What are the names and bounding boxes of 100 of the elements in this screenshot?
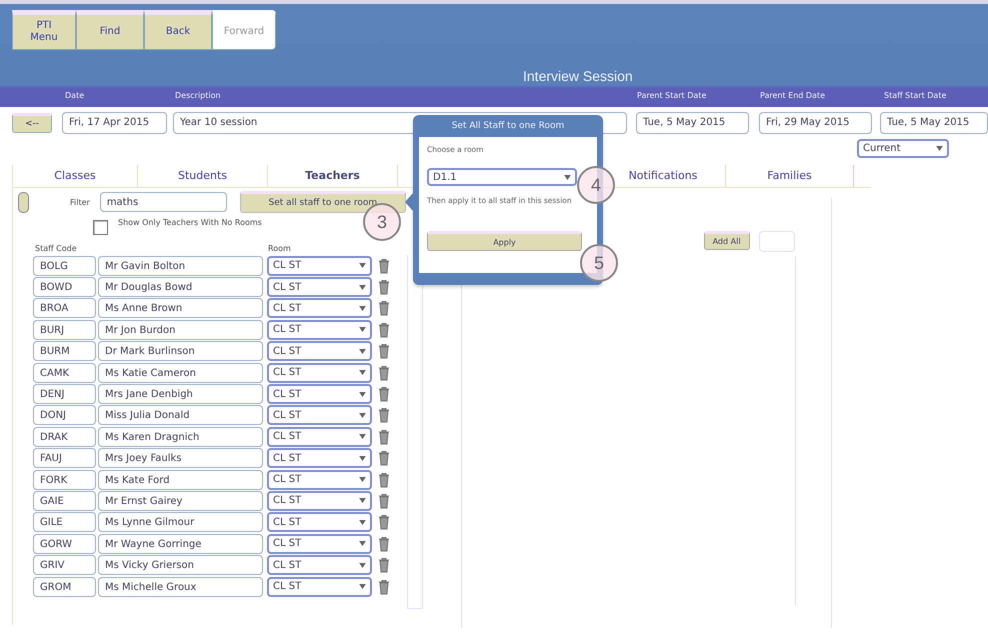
staff-name-field[interactable]: Mrs Joey Faulks bbox=[98, 448, 263, 468]
room-select[interactable]: CL ST bbox=[267, 384, 372, 404]
nav-button[interactable]: Back bbox=[144, 10, 212, 50]
staff-code-field[interactable]: BOLG bbox=[33, 256, 96, 276]
trash-icon[interactable] bbox=[378, 450, 390, 466]
window-title: Interview Session bbox=[523, 68, 633, 84]
trash-icon[interactable] bbox=[378, 514, 390, 530]
trash-icon[interactable] bbox=[378, 279, 390, 296]
staff-code-field[interactable]: DRAK bbox=[33, 426, 96, 447]
room-select[interactable]: CL ST bbox=[267, 277, 372, 298]
staff-code-field[interactable]: CAMK bbox=[33, 362, 96, 383]
staff-code-field[interactable]: BOWD bbox=[33, 277, 96, 298]
dropdown-arrow-icon bbox=[359, 348, 366, 354]
back-button[interactable]: <-- bbox=[12, 113, 52, 133]
trash-icon[interactable] bbox=[378, 364, 390, 381]
room-select[interactable]: CL ST bbox=[267, 320, 372, 340]
staff-code-field[interactable]: GRIV bbox=[33, 555, 96, 576]
trash-icon[interactable] bbox=[378, 322, 390, 338]
drag-handle[interactable] bbox=[18, 192, 29, 212]
input-field[interactable]: Fri, 29 May 2015 bbox=[759, 112, 872, 134]
staff-code-field[interactable]: DENJ bbox=[33, 384, 96, 404]
status-select[interactable]: Current bbox=[857, 139, 949, 158]
dropdown-arrow-icon bbox=[359, 306, 366, 311]
room-select[interactable]: CL ST bbox=[267, 405, 372, 426]
checkbox-label: Show Only Teachers With No Rooms bbox=[118, 218, 262, 227]
staff-code-field[interactable]: DONJ bbox=[33, 405, 96, 426]
staff-code-field[interactable]: BROA bbox=[33, 298, 96, 318]
room-select[interactable]: CL ST bbox=[267, 490, 372, 511]
staff-name-field[interactable]: Miss Julia Donald bbox=[98, 405, 263, 426]
staff-name-field[interactable]: Ms Katie Cameron bbox=[98, 362, 263, 383]
set-all-button[interactable]: Set all staff to one room bbox=[240, 191, 406, 213]
trash-icon[interactable] bbox=[378, 386, 390, 402]
room-select[interactable]: CL ST bbox=[267, 426, 372, 447]
staff-name-field[interactable]: Dr Mark Burlinson bbox=[98, 341, 263, 362]
staff-name-field[interactable]: Mr Wayne Gorringe bbox=[98, 534, 263, 554]
input-field[interactable]: Fri, 17 Apr 2015 bbox=[62, 112, 167, 134]
staff-name-field[interactable]: Ms Karen Dragnich bbox=[98, 426, 263, 447]
staff-code-field[interactable]: GORW bbox=[33, 534, 96, 554]
room-select[interactable]: D1.1 bbox=[427, 168, 577, 186]
staff-name-field[interactable]: Mr Ernst Gairey bbox=[98, 490, 263, 511]
room-select[interactable]: CL ST bbox=[267, 256, 372, 276]
room-select[interactable]: CL ST bbox=[267, 341, 372, 362]
input-field[interactable] bbox=[758, 231, 795, 252]
trash-icon[interactable] bbox=[378, 536, 390, 552]
staff-code-field[interactable]: BURJ bbox=[33, 320, 96, 340]
staff-code-field[interactable]: BURM bbox=[33, 341, 96, 362]
staff-code-field[interactable]: GILE bbox=[33, 512, 96, 532]
nav-button[interactable]: Find bbox=[76, 10, 144, 50]
dropdown-arrow-icon bbox=[936, 146, 943, 151]
room-select[interactable]: CL ST bbox=[267, 534, 372, 554]
staff-name-field[interactable]: Ms Michelle Groux bbox=[98, 576, 263, 597]
tab[interactable]: Classes bbox=[13, 165, 138, 187]
nav-button[interactable]: PTI Menu bbox=[12, 10, 76, 50]
staff-name-field[interactable]: Mr Jon Burdon bbox=[98, 320, 263, 340]
dropdown-arrow-icon bbox=[359, 456, 366, 461]
trash-icon[interactable] bbox=[378, 300, 390, 316]
room-select[interactable]: CL ST bbox=[267, 512, 372, 532]
field-label: Staff Start Date bbox=[884, 91, 946, 100]
trash-icon[interactable] bbox=[378, 428, 390, 445]
staff-name-field[interactable]: Ms Lynne Gilmour bbox=[98, 512, 263, 532]
staff-name-field[interactable]: Ms Anne Brown bbox=[98, 298, 263, 318]
room-select[interactable]: CL ST bbox=[267, 555, 372, 576]
trash-icon[interactable] bbox=[378, 258, 390, 274]
room-select[interactable]: CL ST bbox=[267, 576, 372, 597]
checkbox[interactable] bbox=[93, 220, 108, 234]
dropdown-arrow-icon bbox=[359, 541, 366, 546]
trash-icon[interactable] bbox=[378, 492, 390, 509]
filter-field[interactable]: maths bbox=[100, 192, 227, 212]
scrollbar[interactable] bbox=[407, 255, 423, 609]
staff-name-field[interactable]: Mr Gavin Bolton bbox=[98, 256, 263, 276]
dropdown-arrow-icon bbox=[359, 584, 366, 590]
staff-name-field[interactable]: Ms Vicky Grierson bbox=[98, 555, 263, 576]
dropdown-arrow-icon bbox=[359, 284, 366, 290]
room-select[interactable]: CL ST bbox=[267, 470, 372, 490]
room-select[interactable]: CL ST bbox=[267, 448, 372, 468]
trash-icon[interactable] bbox=[378, 407, 390, 424]
dropdown-arrow-icon bbox=[359, 392, 366, 397]
input-field[interactable]: Tue, 5 May 2015 bbox=[636, 112, 749, 134]
tab[interactable]: Families bbox=[726, 165, 854, 187]
step-marker: 5 bbox=[580, 244, 618, 282]
field-label: Parent End Date bbox=[760, 91, 826, 100]
room-select[interactable]: CL ST bbox=[267, 298, 372, 318]
room-select[interactable]: CL ST bbox=[267, 362, 372, 383]
apply-button[interactable]: Apply bbox=[427, 231, 582, 251]
tab[interactable]: Teachers bbox=[268, 165, 398, 187]
staff-code-field[interactable]: FORK bbox=[33, 470, 96, 490]
staff-name-field[interactable]: Mr Douglas Bowd bbox=[98, 277, 263, 298]
input-field[interactable]: Tue, 5 May 2015 bbox=[880, 112, 988, 134]
staff-name-field[interactable]: Mrs Jane Denbigh bbox=[98, 384, 263, 404]
trash-icon[interactable] bbox=[378, 343, 390, 360]
column-header: Room bbox=[268, 244, 291, 253]
staff-code-field[interactable]: FAUJ bbox=[33, 448, 96, 468]
trash-icon[interactable] bbox=[378, 557, 390, 574]
trash-icon[interactable] bbox=[378, 472, 390, 488]
staff-code-field[interactable]: GROM bbox=[33, 576, 96, 597]
staff-name-field[interactable]: Ms Kate Ford bbox=[98, 470, 263, 490]
staff-code-field[interactable]: GAIE bbox=[33, 490, 96, 511]
tab[interactable]: Students bbox=[138, 165, 268, 187]
add-all-button[interactable]: Add All bbox=[704, 231, 750, 250]
trash-icon[interactable] bbox=[378, 578, 390, 595]
